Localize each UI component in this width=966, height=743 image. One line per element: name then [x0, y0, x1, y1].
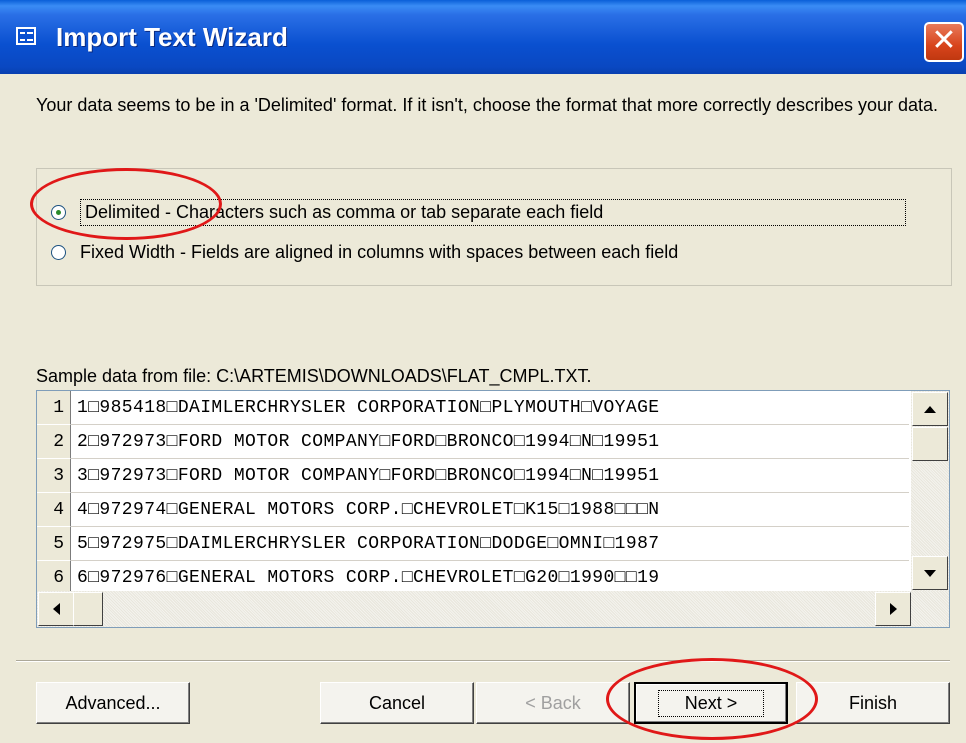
row-text: 1□985418□DAIMLERCHRYSLER CORPORATION□PLY…	[71, 391, 909, 425]
scroll-right-button[interactable]	[875, 592, 911, 626]
row-number: 1	[37, 391, 71, 425]
table-row: 1 1□985418□DAIMLERCHRYSLER CORPORATION□P…	[37, 391, 909, 425]
table-row: 6 6□972976□GENERAL MOTORS CORP.□CHEVROLE…	[37, 561, 909, 591]
sample-data-grid[interactable]: 1 1□985418□DAIMLERCHRYSLER CORPORATION□P…	[36, 390, 950, 628]
row-number: 6	[37, 561, 71, 591]
table-icon	[16, 27, 36, 45]
scroll-left-button[interactable]	[38, 592, 74, 626]
vertical-scroll-thumb[interactable]	[912, 427, 948, 461]
cancel-button[interactable]: Cancel	[320, 682, 474, 724]
window-title: Import Text Wizard	[56, 22, 288, 52]
sample-data-label: Sample data from file: C:\ARTEMIS\DOWNLO…	[36, 366, 592, 386]
intro-text: Your data seems to be in a 'Delimited' f…	[36, 95, 939, 115]
row-text: 6□972976□GENERAL MOTORS CORP.□CHEVROLET□…	[71, 561, 909, 591]
advanced-button[interactable]: Advanced...	[36, 682, 190, 724]
sample-rows: 1 1□985418□DAIMLERCHRYSLER CORPORATION□P…	[37, 391, 909, 591]
delimited-radio[interactable]	[51, 204, 66, 220]
row-text: 2□972973□FORD MOTOR COMPANY□FORD□BRONCO□…	[71, 425, 909, 459]
table-row: 3 3□972973□FORD MOTOR COMPANY□FORD□BRONC…	[37, 459, 909, 493]
table-row: 2 2□972973□FORD MOTOR COMPANY□FORD□BRONC…	[37, 425, 909, 459]
delimited-label[interactable]: Delimited - Characters such as comma or …	[80, 198, 906, 226]
arrow-down-icon	[924, 569, 936, 577]
arrow-right-icon	[889, 603, 897, 615]
row-number: 2	[37, 425, 71, 459]
row-number: 4	[37, 493, 71, 527]
row-number: 5	[37, 527, 71, 561]
option-delimited[interactable]: Delimited - Characters such as comma or …	[51, 197, 906, 227]
separator	[16, 660, 950, 662]
close-button[interactable]: ✕	[924, 22, 964, 62]
finish-button[interactable]: Finish	[796, 682, 950, 724]
row-number: 3	[37, 459, 71, 493]
arrow-left-icon	[52, 603, 60, 615]
vertical-scrollbar[interactable]	[911, 391, 949, 591]
row-text: 3□972973□FORD MOTOR COMPANY□FORD□BRONCO□…	[71, 459, 909, 493]
fixed-width-radio[interactable]	[51, 244, 66, 260]
scroll-up-button[interactable]	[912, 392, 948, 426]
fixed-width-label[interactable]: Fixed Width - Fields are aligned in colu…	[80, 240, 678, 265]
format-options-group: Delimited - Characters such as comma or …	[36, 168, 952, 286]
next-label: Next >	[657, 689, 765, 717]
back-button[interactable]: < Back	[476, 682, 630, 724]
row-text: 5□972975□DAIMLERCHRYSLER CORPORATION□DOD…	[71, 527, 909, 561]
title-bar[interactable]: Import Text Wizard ✕	[0, 0, 966, 74]
scroll-down-button[interactable]	[912, 556, 948, 590]
table-row: 4 4□972974□GENERAL MOTORS CORP.□CHEVROLE…	[37, 493, 909, 527]
option-fixed-width[interactable]: Fixed Width - Fields are aligned in colu…	[51, 237, 678, 267]
arrow-up-icon	[924, 405, 936, 413]
next-button[interactable]: Next >	[634, 682, 788, 724]
row-text: 4□972974□GENERAL MOTORS CORP.□CHEVROLET□…	[71, 493, 909, 527]
close-icon: ✕	[931, 24, 957, 57]
horizontal-scrollbar[interactable]	[37, 591, 949, 627]
horizontal-scroll-thumb[interactable]	[73, 592, 103, 626]
table-row: 5 5□972975□DAIMLERCHRYSLER CORPORATION□D…	[37, 527, 909, 561]
